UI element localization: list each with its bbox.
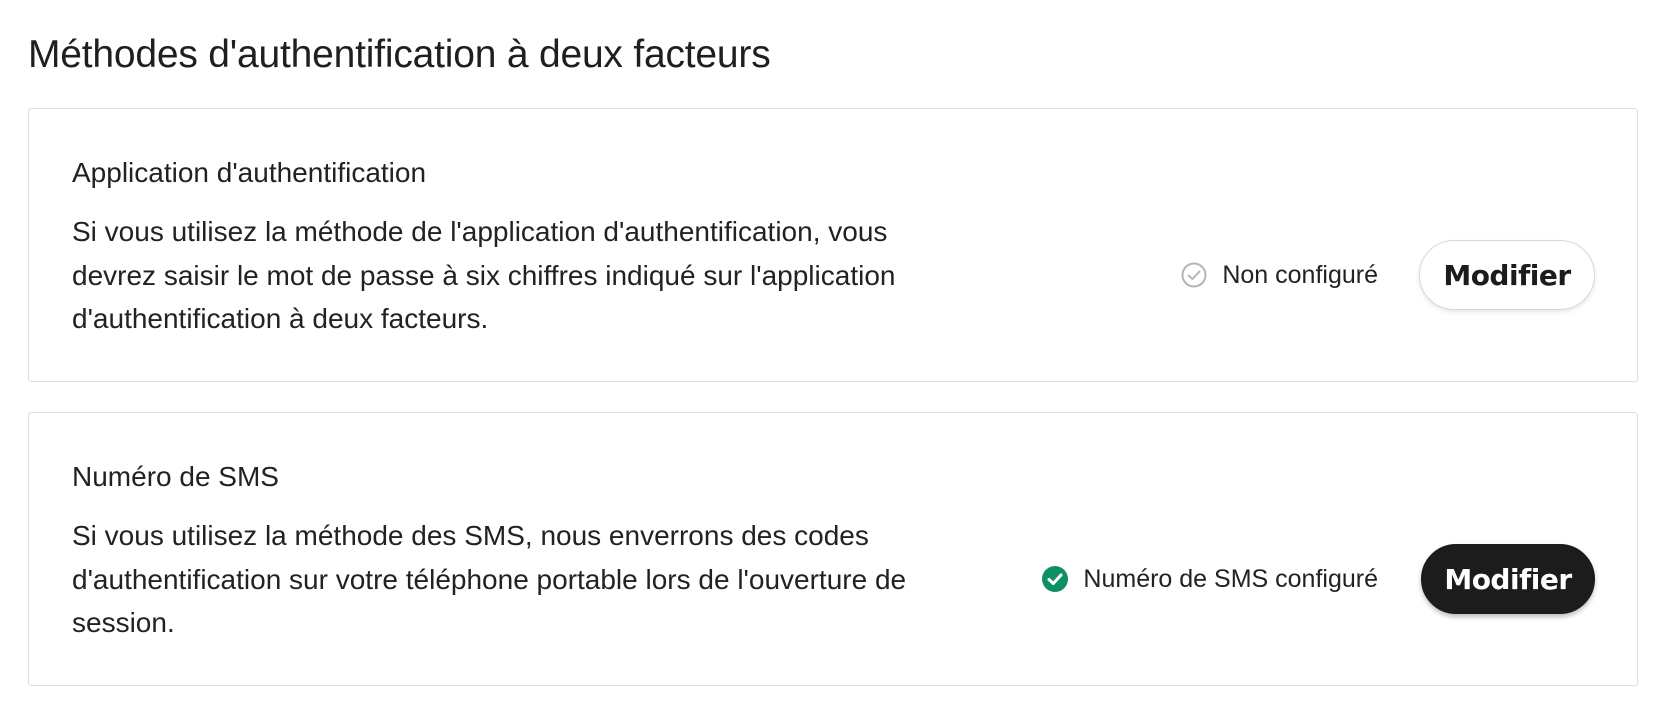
- authenticator-app-card: Application d'authentification Si vous u…: [28, 108, 1638, 382]
- status-text: Numéro de SMS configuré: [1083, 565, 1378, 593]
- modify-authenticator-button[interactable]: Modifier: [1419, 240, 1595, 310]
- check-circle-filled-icon: [1041, 565, 1069, 593]
- card-description: Si vous utilisez la méthode de l'applica…: [72, 216, 896, 334]
- status-indicator: Numéro de SMS configuré: [1041, 561, 1378, 597]
- card-description: Si vous utilisez la méthode des SMS, nou…: [72, 520, 907, 638]
- page-title: Méthodes d'authentification à deux facte…: [28, 33, 771, 76]
- check-circle-outline-icon: [1180, 261, 1208, 289]
- status-indicator: Non configuré: [1180, 257, 1378, 293]
- modify-sms-button[interactable]: Modifier: [1421, 544, 1595, 614]
- card-title: Application d'authentification: [72, 157, 427, 188]
- sms-number-card: Numéro de SMS Si vous utilisez la méthod…: [28, 412, 1638, 686]
- card-title: Numéro de SMS: [72, 461, 279, 492]
- status-text: Non configuré: [1222, 261, 1378, 289]
